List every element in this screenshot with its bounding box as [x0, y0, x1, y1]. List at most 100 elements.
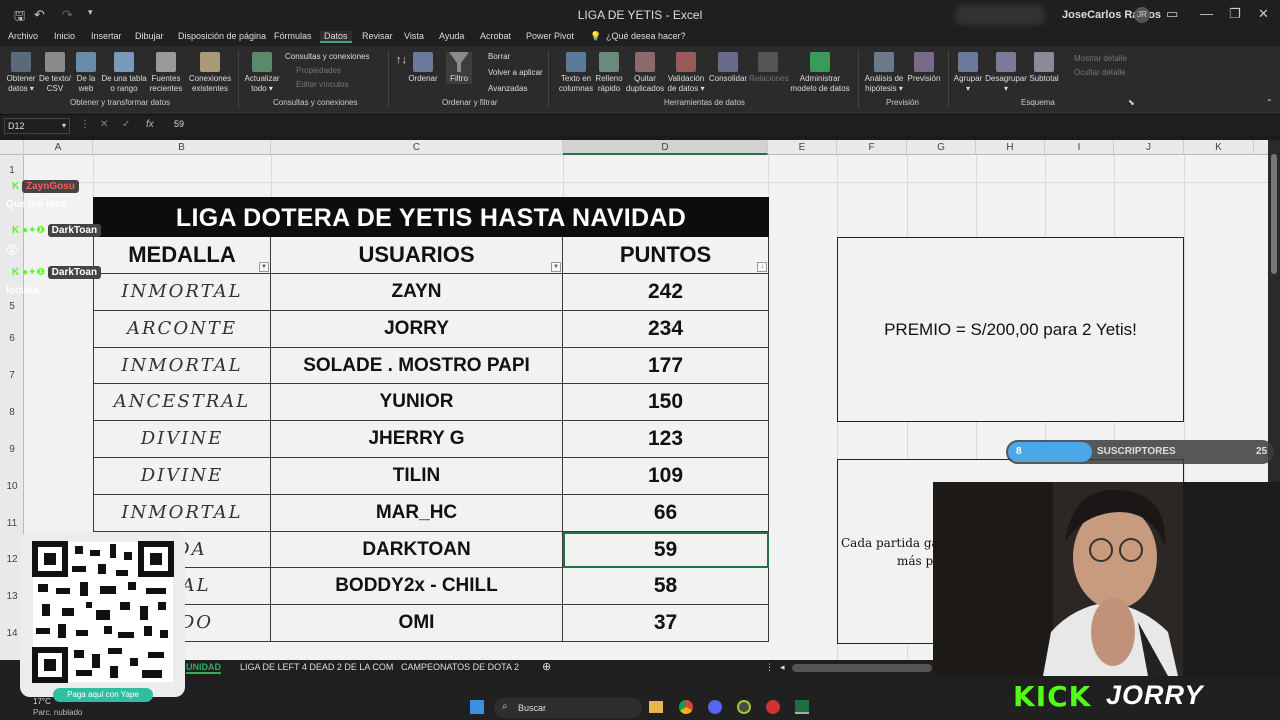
formula-input[interactable]: 59 — [174, 119, 184, 129]
yape-pay-button[interactable]: Paga aquí con Yape — [53, 688, 153, 702]
user-cell[interactable]: TILIN — [271, 458, 563, 495]
redo-icon[interactable]: ↷ — [62, 7, 73, 23]
points-cell[interactable]: 123 — [563, 421, 769, 458]
tab-liga-left4dead[interactable]: LIGA DE LEFT 4 DEAD 2 DE LA COM — [240, 662, 393, 672]
ocultar-detalle-button[interactable]: Ocultar detalle — [1074, 68, 1126, 77]
menu-formulas[interactable]: Fórmulas — [274, 31, 312, 41]
user-cell[interactable]: YUNIOR — [271, 384, 563, 422]
points-cell[interactable]: 58 — [563, 568, 769, 606]
points-cell[interactable]: 37 — [563, 605, 769, 642]
column-header[interactable]: G — [907, 140, 976, 155]
sort-filter-icon[interactable]: ↓ — [757, 262, 767, 272]
scroll-left-icon[interactable]: ◂ — [780, 662, 785, 673]
customize-toolbar-icon[interactable]: ▾ — [88, 7, 93, 18]
excel-icon[interactable] — [795, 700, 809, 714]
actualizar-todo-button[interactable]: Actualizar todo ▾ — [243, 52, 281, 94]
column-header[interactable]: B — [93, 140, 271, 155]
medal-cell[interactable]: DIVINE — [93, 421, 271, 458]
menu-power-pivot[interactable]: Power Pivot — [526, 31, 574, 41]
medal-cell[interactable]: ARCONTE — [93, 310, 271, 348]
insert-function-icon[interactable]: fx — [146, 119, 154, 130]
user-cell[interactable]: JHERRY G — [271, 421, 563, 458]
app-icon[interactable] — [737, 700, 751, 714]
ribbon-display-icon[interactable]: ▭ — [1166, 6, 1178, 22]
menu-datos[interactable]: Datos — [320, 31, 352, 43]
weather-desc[interactable]: Parc. nublado — [33, 708, 82, 717]
column-header-selected[interactable]: D — [563, 140, 768, 155]
prevision-button[interactable]: Previsión — [906, 52, 942, 84]
subtotal-button[interactable]: Subtotal — [1026, 52, 1062, 84]
menu-vista[interactable]: Vista — [404, 31, 424, 41]
quitar-duplicados-button[interactable]: Quitar duplicados — [624, 52, 666, 94]
close-icon[interactable]: ✕ — [1258, 6, 1269, 22]
column-header[interactable]: F — [837, 140, 907, 155]
obs-icon[interactable] — [766, 700, 780, 714]
horizontal-scrollbar[interactable] — [792, 664, 932, 672]
texto-csv-button[interactable]: De texto/ CSV — [37, 52, 73, 94]
column-header[interactable]: H — [976, 140, 1045, 155]
user-cell[interactable]: BODDY2x - CHILL — [271, 568, 563, 606]
scrollbar-thumb[interactable] — [1271, 154, 1277, 274]
analisis-hipotesis-button[interactable]: Análisis de hipótesis ▾ — [862, 52, 906, 94]
restore-icon[interactable]: ❐ — [1229, 6, 1241, 22]
administrar-modelo-button[interactable]: Administrar modelo de datos — [788, 52, 852, 94]
fuentes-recientes-button[interactable]: Fuentes recientes — [148, 52, 184, 94]
name-box[interactable]: D12 ▾ — [4, 118, 70, 134]
avanzadas-button[interactable]: Avanzadas — [488, 84, 527, 93]
collapse-ribbon-icon[interactable]: ⌃ — [1266, 98, 1273, 107]
editar-vinculos-button[interactable]: Editar vínculos — [296, 80, 348, 89]
discord-icon[interactable] — [708, 700, 722, 714]
consolidar-button[interactable]: Consolidar — [707, 52, 749, 84]
user-cell[interactable]: OMI — [271, 605, 563, 642]
web-button[interactable]: De la web — [73, 52, 99, 94]
taskbar-search[interactable]: ⌕ Buscar — [494, 698, 642, 718]
points-cell[interactable]: 66 — [563, 494, 769, 532]
menu-revisar[interactable]: Revisar — [362, 31, 393, 41]
column-header[interactable]: K — [1184, 140, 1254, 155]
minimize-icon[interactable]: — — [1200, 6, 1213, 21]
tabla-rango-button[interactable]: De una tabla o rango — [100, 52, 148, 94]
menu-ayuda[interactable]: Ayuda — [439, 31, 464, 41]
user-cell[interactable]: MAR_HC — [271, 494, 563, 532]
desagrupar-button[interactable]: Desagrupar ▾ — [984, 52, 1028, 94]
points-cell[interactable]: 242 — [563, 274, 769, 311]
menu-inicio[interactable]: Inicio — [54, 31, 75, 41]
points-cell[interactable]: 109 — [563, 458, 769, 495]
row-header[interactable]: 7 — [0, 370, 24, 381]
save-icon[interactable]: 🖫 — [14, 7, 25, 29]
propiedades-button[interactable]: Propiedades — [296, 66, 341, 75]
undo-icon[interactable]: ↶ — [34, 7, 45, 23]
validacion-button[interactable]: Validación de datos ▾ — [666, 52, 706, 94]
menu-archivo[interactable]: Archivo — [8, 31, 38, 41]
points-cell[interactable]: 150 — [563, 384, 769, 422]
user-cell[interactable]: DARKTOAN — [271, 531, 563, 569]
medal-cell[interactable]: INMORTAL — [93, 274, 271, 311]
enter-icon[interactable]: ✓ — [122, 119, 130, 130]
weather-temp[interactable]: 17°C — [33, 697, 51, 706]
row-header[interactable]: 9 — [0, 444, 24, 455]
volver-aplicar-button[interactable]: Volver a aplicar — [488, 68, 543, 77]
menu-dibujar[interactable]: Dibujar — [135, 31, 164, 41]
cancel-icon[interactable]: ✕ — [100, 119, 108, 130]
row-header[interactable]: 10 — [0, 481, 24, 492]
sort-az-icon[interactable]: ↑↓ — [396, 54, 407, 66]
row-header[interactable]: 11 — [0, 518, 24, 529]
mostrar-detalle-button[interactable]: Mostrar detalle — [1074, 54, 1127, 63]
dialog-launcher-icon[interactable]: ⬊ — [1128, 98, 1135, 107]
column-header[interactable]: E — [768, 140, 837, 155]
obtener-datos-button[interactable]: Obtener datos ▾ — [4, 52, 38, 94]
borrar-button[interactable]: Borrar — [488, 52, 510, 61]
column-header[interactable]: I — [1045, 140, 1114, 155]
consultas-conexiones-button[interactable]: Consultas y conexiones — [285, 52, 370, 61]
conexiones-existentes-button[interactable]: Conexiones existentes — [188, 52, 232, 94]
user-cell[interactable]: ZAYN — [271, 274, 563, 311]
texto-columnas-button[interactable]: Texto en columnas — [556, 52, 596, 94]
user-cell[interactable]: JORRY — [271, 310, 563, 348]
file-explorer-icon[interactable] — [649, 701, 663, 713]
windows-start-icon[interactable] — [470, 700, 484, 714]
user-cell[interactable]: SOLADE . MOSTRO PAPI — [271, 347, 563, 385]
menu-insertar[interactable]: Insertar — [91, 31, 122, 41]
row-header[interactable]: 8 — [0, 407, 24, 418]
medal-cell[interactable]: ANCESTRAL — [93, 384, 271, 422]
medal-cell[interactable]: DIVINE — [93, 458, 271, 495]
